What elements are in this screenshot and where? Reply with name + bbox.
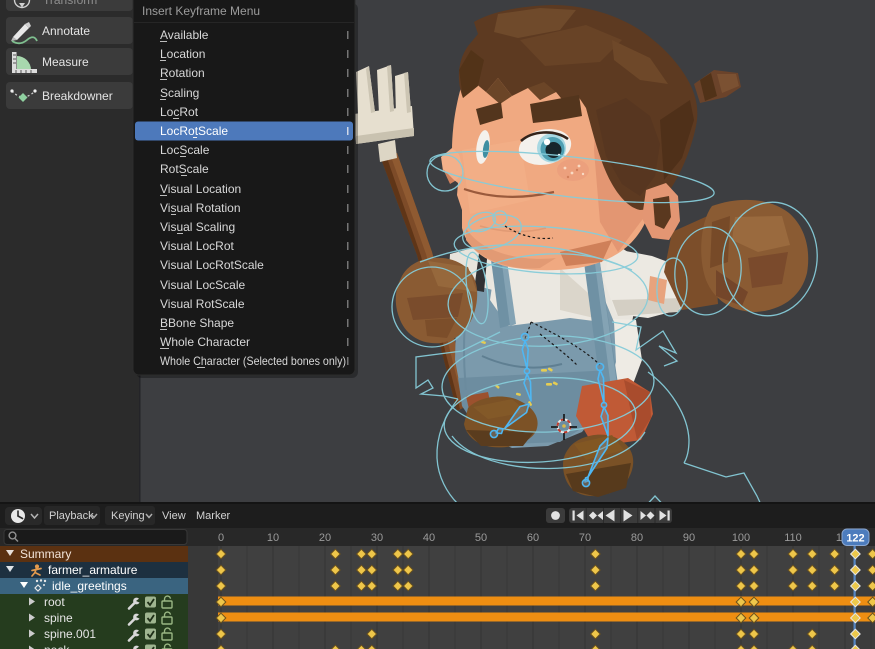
svg-text:BBone Shape: BBone Shape [160,316,234,330]
svg-text:Playback: Playback [49,510,94,522]
svg-text:Visual LocRot: Visual LocRot [160,239,234,253]
svg-text:idle_greetings: idle_greetings [52,579,127,593]
svg-text:Visual Location: Visual Location [160,182,241,196]
svg-text:80: 80 [631,532,643,544]
svg-text:root: root [44,595,65,609]
svg-text:Location: Location [160,47,205,61]
svg-text:0: 0 [218,532,224,544]
svg-text:Measure: Measure [42,55,89,69]
svg-text:Keying: Keying [111,510,145,522]
svg-text:100: 100 [732,532,750,544]
svg-text:Rotation: Rotation [160,66,205,80]
svg-text:farmer_armature: farmer_armature [48,563,138,577]
svg-text:70: 70 [579,532,591,544]
svg-text:Summary: Summary [20,547,71,561]
svg-text:spine.001: spine.001 [44,627,96,641]
svg-text:RotScale: RotScale [160,162,209,176]
svg-text:90: 90 [683,532,695,544]
svg-text:Annotate: Annotate [42,24,90,38]
svg-text:Whole Character (Selected bone: Whole Character (Selected bones only) [160,354,346,368]
svg-text:Transform: Transform [43,0,97,7]
svg-text:Visual RotScale: Visual RotScale [160,297,245,311]
svg-text:Whole Character: Whole Character [160,335,250,349]
svg-text:View: View [162,510,186,522]
svg-text:neck: neck [44,643,70,649]
svg-text:Insert Keyframe Menu: Insert Keyframe Menu [142,4,260,18]
svg-text:Visual LocScale: Visual LocScale [160,278,245,292]
svg-text:20: 20 [319,532,331,544]
svg-text:Visual LocRotScale: Visual LocRotScale [160,258,264,272]
svg-text:Scaling: Scaling [160,86,199,100]
svg-text:Visual Rotation: Visual Rotation [160,201,241,215]
svg-text:40: 40 [423,532,435,544]
svg-text:110: 110 [784,532,802,544]
svg-text:LocRotScale: LocRotScale [160,124,228,138]
svg-text:spine: spine [44,611,73,625]
svg-text:Visual Scaling: Visual Scaling [160,220,235,234]
svg-text:30: 30 [371,532,383,544]
svg-text:Breakdowner: Breakdowner [42,89,113,103]
svg-text:10: 10 [267,532,279,544]
svg-text:Marker: Marker [196,510,231,522]
svg-text:LocRot: LocRot [160,105,199,119]
svg-text:LocScale: LocScale [160,143,210,157]
svg-text:50: 50 [475,532,487,544]
svg-text:Available: Available [160,28,209,42]
svg-text:60: 60 [527,532,539,544]
svg-text:122: 122 [846,533,864,545]
